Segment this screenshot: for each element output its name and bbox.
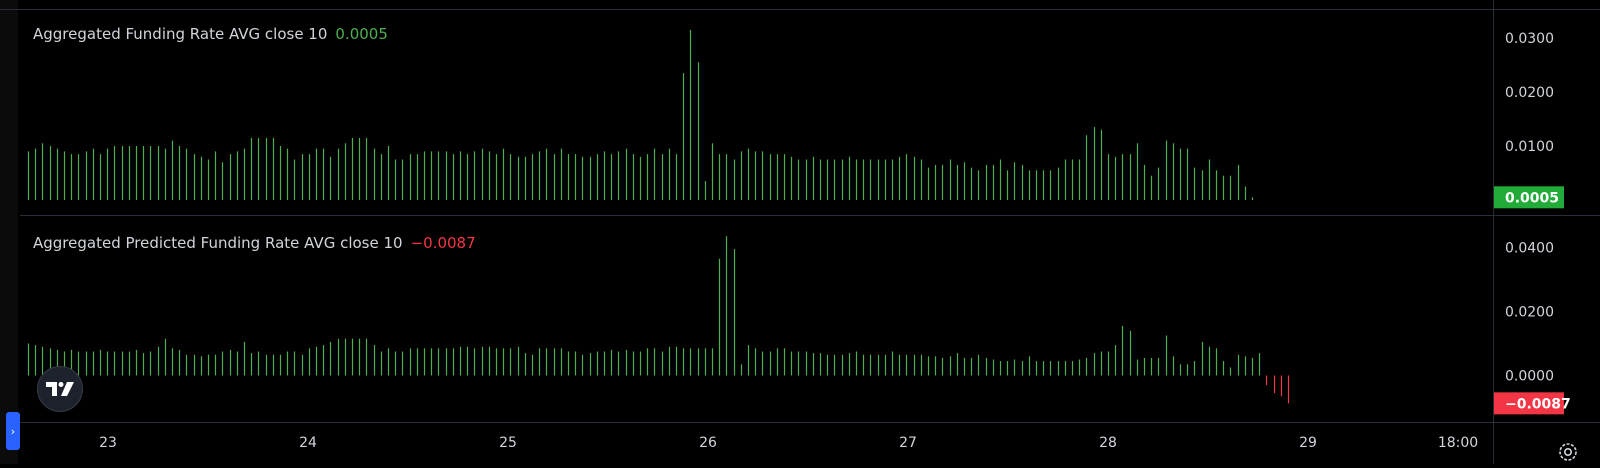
x-tick-label: 28 bbox=[1099, 435, 1117, 451]
pane2-legend: Aggregated Predicted Funding Rate AVG cl… bbox=[33, 234, 476, 252]
chart-canvas[interactable]: 0.0300 0.0200 0.0100 0.0005 0.0400 0.0200 0.00… bbox=[0, 0, 1600, 464]
pane2-y-tick-label: 0.0400 bbox=[1505, 241, 1554, 257]
pane1-value-badge-label: 0.0005 bbox=[1505, 190, 1559, 206]
pane1-value: 0.0005 bbox=[335, 25, 388, 43]
x-tick-label: 24 bbox=[299, 435, 317, 451]
x-tick-label: 26 bbox=[699, 435, 717, 451]
pane2-y-tick-label: 0.0000 bbox=[1505, 369, 1554, 385]
pane1-y-tick-label: 0.0100 bbox=[1505, 139, 1554, 155]
pane1-y-tick-label: 0.0200 bbox=[1505, 85, 1554, 101]
x-tick-label: 23 bbox=[99, 435, 117, 451]
x-tick-label: 29 bbox=[1299, 435, 1317, 451]
x-tick-label: 18:00 bbox=[1438, 435, 1478, 451]
pane2-y-tick-label: 0.0200 bbox=[1505, 305, 1554, 321]
tradingview-logo-icon[interactable] bbox=[37, 366, 83, 412]
pane2-title: Aggregated Predicted Funding Rate AVG cl… bbox=[33, 234, 403, 252]
chevron-right-icon[interactable]: › bbox=[6, 412, 20, 450]
pane2-value-badge-label: −0.0087 bbox=[1505, 396, 1571, 412]
pane1-title: Aggregated Funding Rate AVG close 10 bbox=[33, 25, 328, 43]
x-tick-label: 27 bbox=[899, 435, 917, 451]
pane1-y-tick-label: 0.0300 bbox=[1505, 31, 1554, 47]
gear-icon[interactable] bbox=[1556, 440, 1580, 464]
x-tick-label: 25 bbox=[499, 435, 517, 451]
pane1-legend: Aggregated Funding Rate AVG close 10 0.00… bbox=[33, 25, 388, 43]
pane2-value: −0.0087 bbox=[410, 234, 476, 252]
